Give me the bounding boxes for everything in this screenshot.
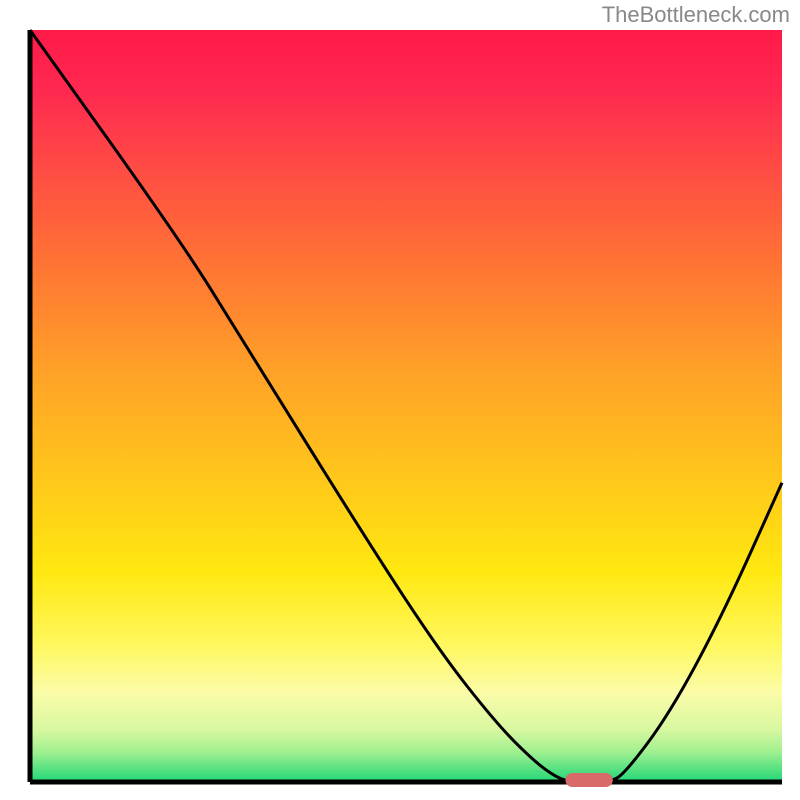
watermark-label: TheBottleneck.com xyxy=(602,2,790,28)
plot-background xyxy=(30,30,782,782)
bottleneck-chart xyxy=(0,0,800,800)
optimal-range-marker xyxy=(565,773,612,787)
